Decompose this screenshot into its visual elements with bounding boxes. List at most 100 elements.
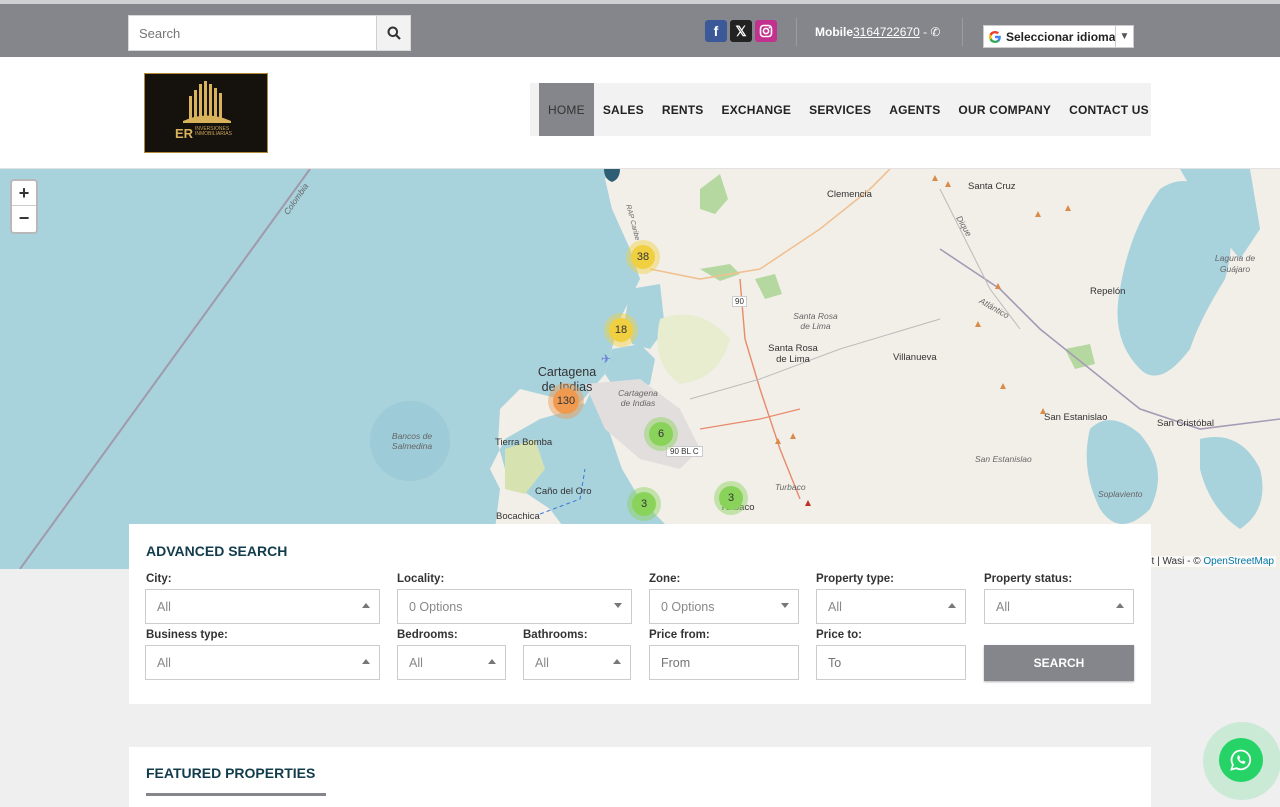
property-type-value: All [828,599,842,614]
map-label-santa-rosa: Santa Rosa de Lima [768,343,818,365]
search-box [128,15,411,51]
attribution-prefix: et | Wasi - © [1146,556,1204,567]
bedrooms-value: All [409,655,423,670]
map-label-cartagena-it: Cartagena de Indias [618,388,658,408]
zoom-control: + − [10,179,38,234]
chevron-down-icon: ▼ [1115,26,1133,47]
nav-agents[interactable]: AGENTS [880,83,949,136]
map-cluster[interactable]: 3 [714,481,748,515]
chevron-up-icon [488,659,496,664]
road-shield-90: 90 [732,296,747,307]
locality-select[interactable]: 0 Options [397,589,632,624]
locality-value: 0 Options [409,599,463,614]
property-type-select[interactable]: All [816,589,966,624]
chevron-down-icon [781,603,789,608]
road-shield-90blc: 90 BL C [666,446,703,457]
x-twitter-icon[interactable]: 𝕏 [730,20,752,42]
map-label-san-estanislao: San Estanislao [1044,412,1108,423]
google-icon [984,30,1006,44]
mobile-number-link[interactable]: 3164722670 [853,25,920,39]
bedrooms-label: Bedrooms: [397,629,458,641]
whatsapp-button[interactable] [1219,738,1263,782]
zone-select[interactable]: 0 Options [649,589,799,624]
business-type-label: Business type: [146,629,228,641]
search-button[interactable] [376,16,410,50]
search-input[interactable] [129,16,377,50]
map-attribution: et | Wasi - © OpenStreetMap [1144,556,1276,567]
bathrooms-label: Bathrooms: [523,629,588,641]
map-label-villanueva: Villanueva [893,352,937,363]
main-nav: HOME SALES RENTS EXCHANGE SERVICES AGENT… [530,83,1151,136]
logo-text: ER [175,126,194,141]
facebook-icon[interactable]: f [705,20,727,42]
whatsapp-small-icon[interactable]: ✆ [930,25,940,39]
title-underline [146,793,326,796]
map-label-santa-rosa-it: Santa Rosa de Lima [793,311,838,331]
map-cluster[interactable]: 38 [626,240,660,274]
bathrooms-select[interactable]: All [523,645,631,680]
business-type-value: All [157,655,171,670]
price-from-label: Price from: [649,629,710,641]
property-status-select[interactable]: All [984,589,1134,624]
mobile-suffix: - [919,25,931,39]
property-map[interactable]: Clemencia Santa Cruz Laguna de Guájaro R… [0,169,1280,569]
nav-exchange[interactable]: EXCHANGE [713,83,801,136]
chevron-up-icon [948,603,956,608]
mobile-contact: Mobile3164722670 - ✆ [815,25,940,39]
map-label-santa-cruz: Santa Cruz [968,181,1016,192]
logo-subtitle: INVERSIONES INMOBILIARIAS [195,126,232,137]
map-label-bancos: Bancos de Salmedina [391,431,433,451]
business-type-select[interactable]: All [145,645,380,680]
bathrooms-value: All [535,655,549,670]
map-cluster[interactable]: 6 [644,417,678,451]
map-label-clemencia: Clemencia [827,189,872,200]
map-label-san-estanislao-it: San Estanislao [975,454,1032,464]
company-logo[interactable]: ER INVERSIONES INMOBILIARIAS [144,73,268,153]
map-cluster[interactable]: 18 [604,313,638,347]
chevron-up-icon [362,659,370,664]
nav-home[interactable]: HOME [539,83,594,136]
featured-properties-title: FEATURED PROPERTIES [146,765,316,781]
top-bar: f 𝕏 Mobile3164722670 - ✆ Seleccionar idi… [0,0,1280,57]
chevron-up-icon [613,659,621,664]
nav-contact-us[interactable]: CONTACT US [1060,83,1158,136]
language-selector[interactable]: Seleccionar idioma ▼ [983,25,1134,48]
city-label: City: [146,573,172,585]
map-cluster[interactable]: 130 [548,383,584,419]
city-select[interactable]: All [145,589,380,624]
whatsapp-icon [1230,749,1252,771]
map-label-bocachica: Bocachica [496,511,540,522]
instagram-icon[interactable] [755,20,777,42]
price-to-label: Price to: [816,629,863,641]
price-from-input[interactable] [649,645,799,680]
map-label-repelon: Repelón [1090,286,1126,297]
nav-sales[interactable]: SALES [594,83,653,136]
divider [962,18,963,46]
openstreetmap-link[interactable]: OpenStreetMap [1203,556,1274,567]
nav-rents[interactable]: RENTS [653,83,713,136]
map-label-soplaviento: Soplaviento [1098,489,1143,499]
property-status-label: Property status: [984,573,1073,585]
zoom-out-button[interactable]: − [12,206,36,231]
property-status-value: All [996,599,1010,614]
search-submit-button[interactable]: SEARCH [984,645,1134,681]
nav-services[interactable]: SERVICES [800,83,880,136]
map-cluster[interactable]: 3 [627,487,661,521]
bedrooms-select[interactable]: All [397,645,506,680]
advanced-search-panel: ADVANCED SEARCH City: All Locality: 0 Op… [129,524,1151,704]
mobile-label: Mobile [815,25,853,39]
site-header: ER INVERSIONES INMOBILIARIAS HOME SALES … [0,57,1280,169]
advanced-search-title: ADVANCED SEARCH [146,543,288,559]
nav-our-company[interactable]: OUR COMPANY [949,83,1060,136]
property-type-label: Property type: [816,573,894,585]
price-to-input[interactable] [816,645,966,680]
city-value: All [157,599,171,614]
airport-icon: ✈ [601,352,612,366]
search-icon [387,26,401,40]
map-label-laguna: Laguna de Guájaro [1214,253,1256,274]
locality-label: Locality: [397,573,445,585]
building-logo-icon [183,81,231,123]
zoom-in-button[interactable]: + [12,181,36,206]
map-label-cano-del-oro: Caño del Oro [535,486,592,497]
map-label-san-cristobal: San Cristóbal [1157,418,1215,429]
